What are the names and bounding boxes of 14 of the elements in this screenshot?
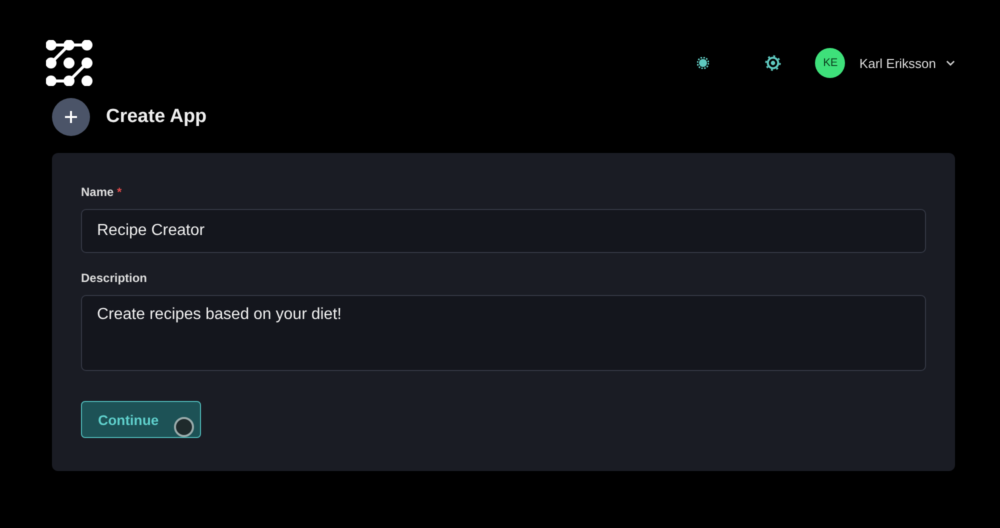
text-area[interactable]: Create recipes based on your diet! [81, 295, 926, 371]
user-avatar[interactable]: KE [815, 48, 846, 78]
field-label: Name * [81, 185, 123, 199]
settings-icon[interactable] [765, 55, 782, 71]
add-button[interactable] [52, 98, 90, 136]
chevron-down-icon [946, 60, 955, 66]
input-field[interactable]: Recipe Creator [81, 209, 926, 253]
plus-icon [64, 110, 78, 124]
page-title: Create App [106, 106, 207, 128]
continue-button[interactable]: Continue [81, 401, 201, 438]
field-label: Description [81, 271, 148, 285]
cursor-icon [173, 416, 195, 438]
user-menu[interactable]: Karl Eriksson [859, 56, 955, 70]
gear-icon[interactable] [697, 57, 710, 69]
